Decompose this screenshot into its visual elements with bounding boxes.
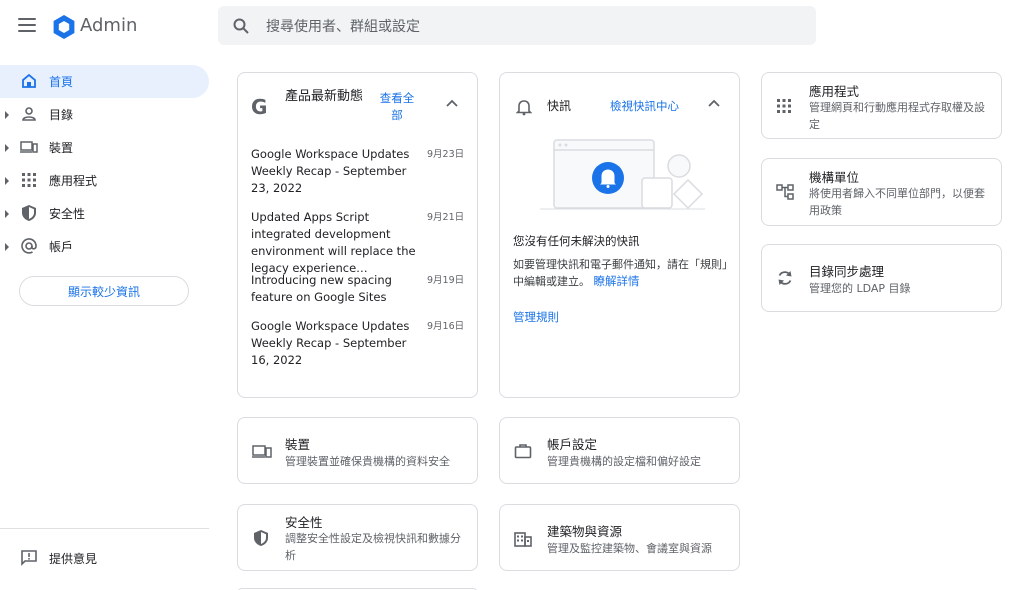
devices-icon (20, 141, 38, 153)
apps-grid-icon (777, 98, 791, 113)
expand-arrow-icon[interactable] (5, 176, 9, 185)
tile-description: 將使用者歸入不同單位部門，以便套用政策 (809, 187, 985, 217)
menu-bar (18, 24, 36, 26)
tile-title: 目錄同步處理 (809, 264, 885, 279)
sidebar-item-label: 裝置 (49, 141, 74, 155)
expand-arrow-icon[interactable] (5, 209, 9, 218)
apps-grid-icon (22, 173, 36, 187)
tile-title: 裝置 (285, 437, 311, 452)
menu-bar (18, 30, 36, 32)
news-date: 9月21日 (427, 212, 465, 223)
search-icon (233, 18, 249, 34)
sidebar-item-security[interactable]: 安全性 (0, 197, 209, 230)
sidebar-item-label: 目錄 (49, 108, 74, 122)
tile-description: 管理裝置並確保貴機構的資料安全 (285, 455, 450, 468)
news-date: 9月19日 (427, 275, 465, 286)
apps-tile[interactable]: 應用程式 管理網頁和行動應用程式存取權及設定 (761, 72, 1002, 139)
tile-title: 機構單位 (809, 170, 860, 185)
buildings-tile[interactable]: 建築物與資源 管理及監控建築物、會議室與資源 (499, 504, 740, 571)
sidebar-divider (0, 528, 209, 529)
tile-title: 建築物與資源 (547, 524, 623, 539)
security-tile[interactable]: 安全性 調整安全性設定及檢視快訊和數據分析 (237, 504, 478, 571)
devices-tile[interactable]: 裝置 管理裝置並確保貴機構的資料安全 (237, 417, 478, 484)
org-tree-icon (776, 184, 794, 200)
at-icon (21, 238, 37, 254)
manage-rules-link[interactable]: 管理規則 (513, 309, 559, 325)
news-date: 9月16日 (427, 321, 465, 332)
sidebar-item-apps[interactable]: 應用程式 (0, 164, 209, 197)
tile-title: 安全性 (285, 515, 323, 530)
expand-arrow-icon[interactable] (5, 110, 9, 119)
main-menu-button[interactable] (18, 18, 36, 32)
alerts-help-text: 如要管理快訊和電子郵件通知，請在「規則」中編輯或建立。 瞭解詳情 (513, 256, 733, 290)
view-all-link[interactable]: 查看全部 (377, 90, 417, 124)
sidebar-item-label: 安全性 (49, 207, 86, 221)
tile-description: 管理貴機構的設定檔和偏好設定 (547, 455, 701, 468)
sidebar-item-label: 首頁 (49, 75, 74, 89)
menu-bar (18, 18, 36, 20)
briefcase-icon (514, 443, 532, 458)
search-input[interactable]: 搜尋使用者、群組或設定 (266, 16, 420, 36)
chevron-up-icon[interactable] (707, 98, 721, 108)
news-title[interactable]: Introducing new spacing feature on Googl… (251, 272, 419, 306)
chevron-up-icon[interactable] (445, 98, 459, 108)
news-title[interactable]: Updated Apps Script integrated developme… (251, 209, 419, 277)
bell-icon (516, 100, 532, 116)
card-title: 快訊 (547, 99, 572, 113)
product-updates-card: G 產品最新動態 查看全部 Google Workspace Updates W… (237, 72, 478, 398)
shield-icon (254, 529, 268, 546)
expand-arrow-icon[interactable] (5, 242, 9, 251)
feedback-button[interactable]: 提供意見 (0, 545, 209, 571)
tile-description: 管理您的 LDAP 目錄 (809, 282, 911, 295)
org-units-tile[interactable]: 機構單位 將使用者歸入不同單位部門，以便套用政策 (761, 158, 1002, 226)
sidebar-item-label: 帳戶 (49, 240, 74, 254)
home-icon (22, 73, 36, 88)
sidebar-item-home[interactable]: 首頁 (0, 65, 209, 98)
learn-more-link[interactable]: 瞭解詳情 (594, 274, 640, 288)
alert-center-link[interactable]: 檢視快訊中心 (610, 98, 679, 114)
account-settings-tile[interactable]: 帳戶設定 管理貴機構的設定檔和偏好設定 (499, 417, 740, 484)
search-bar[interactable]: 搜尋使用者、群組或設定 (218, 6, 816, 45)
alerts-empty-illustration (540, 139, 705, 210)
news-title[interactable]: Google Workspace Updates Weekly Recap - … (251, 318, 419, 369)
feedback-label: 提供意見 (49, 551, 98, 566)
expand-arrow-icon[interactable] (5, 143, 9, 152)
sidebar-item-directory[interactable]: 目錄 (0, 98, 209, 131)
building-icon (514, 531, 532, 547)
shield-icon (22, 205, 36, 221)
google-g-icon: G (251, 95, 268, 119)
directory-sync-tile[interactable]: 目錄同步處理 管理您的 LDAP 目錄 (761, 244, 1002, 312)
tile-description: 管理網頁和行動應用程式存取權及設定 (809, 101, 985, 131)
person-icon (22, 107, 36, 121)
brand-name[interactable]: Admin (80, 14, 137, 38)
show-less-button[interactable]: 顯示較少資訊 (19, 276, 189, 306)
tile-description: 調整安全性設定及檢視快訊和數據分析 (285, 532, 461, 562)
alerts-empty-text: 您沒有任何未解決的快訊 (513, 234, 640, 248)
alerts-card: 快訊 檢視快訊中心 您沒有任何未解決的快訊 如要管理快訊和電子郵件通知，請在「規… (499, 72, 740, 398)
devices-icon (252, 444, 272, 458)
feedback-icon (21, 550, 37, 566)
sidebar-item-account[interactable]: 帳戶 (0, 230, 209, 263)
news-date: 9月23日 (427, 149, 465, 160)
admin-logo-icon[interactable] (51, 14, 77, 40)
sidebar-item-devices[interactable]: 裝置 (0, 131, 209, 164)
news-title[interactable]: Google Workspace Updates Weekly Recap - … (251, 146, 419, 197)
tile-title: 帳戶設定 (547, 437, 598, 452)
sidebar-item-label: 應用程式 (49, 174, 98, 188)
sync-icon (778, 271, 792, 285)
tile-title: 應用程式 (809, 84, 860, 99)
card-title: 產品最新動態 (285, 89, 364, 104)
tile-description: 管理及監控建築物、會議室與資源 (547, 542, 712, 555)
